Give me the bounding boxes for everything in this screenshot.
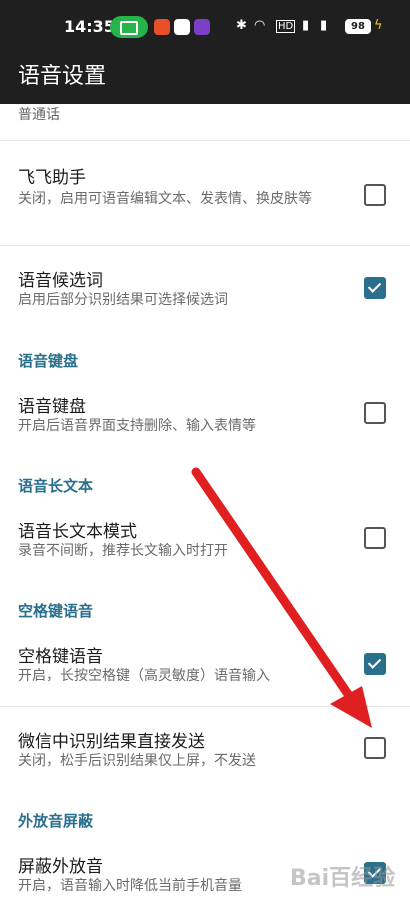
watermark: Bai百经验: [290, 866, 396, 891]
annotation-arrow: [191, 467, 372, 728]
